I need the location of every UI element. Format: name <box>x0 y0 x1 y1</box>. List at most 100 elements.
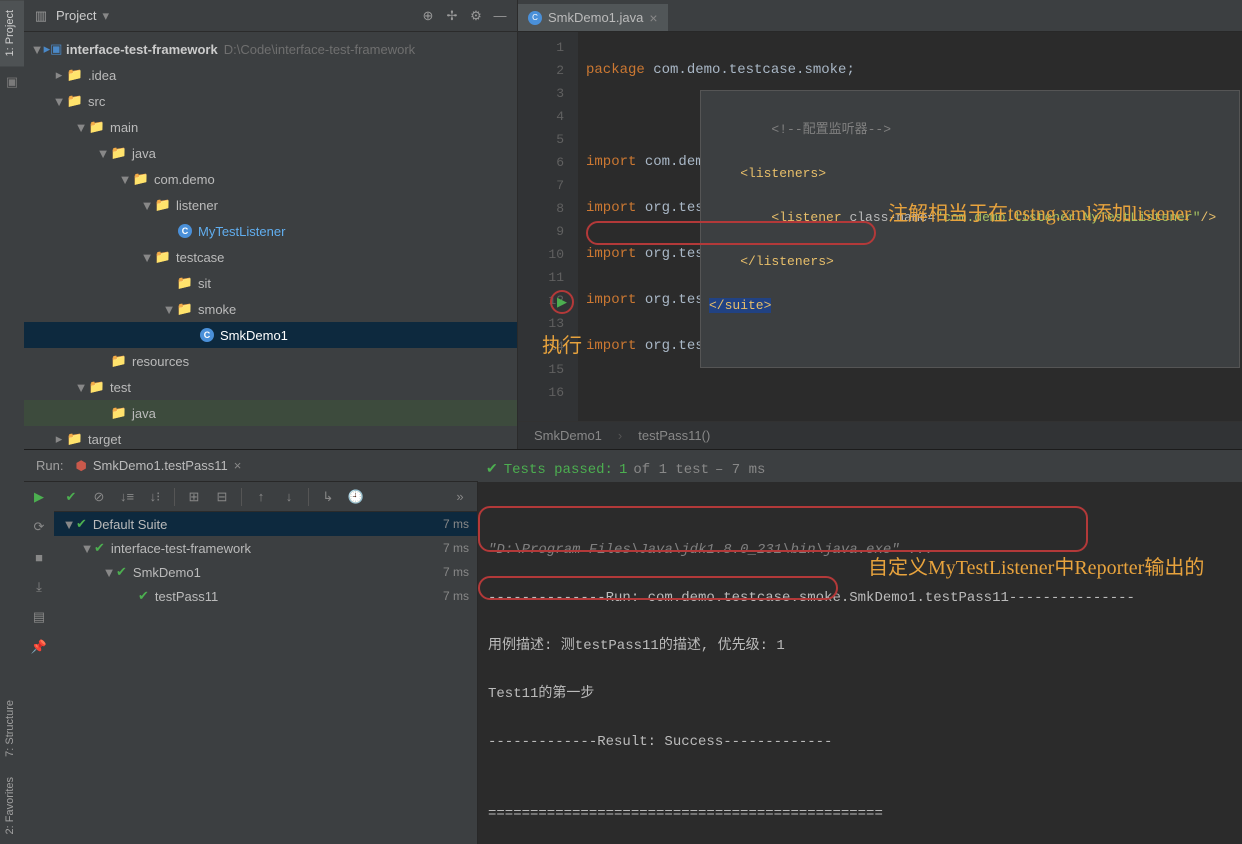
annotation-text-2: 执行 <box>542 332 582 360</box>
breadcrumb-method[interactable]: testPass11() <box>638 428 710 443</box>
test-row-suite[interactable]: ▼✔ Default Suite 7 ms <box>54 512 477 536</box>
editor-tab-smkdemo1[interactable]: C SmkDemo1.java × <box>518 3 668 31</box>
project-view-icon: ▥ <box>32 7 50 25</box>
editor-tabbar: C SmkDemo1.java × <box>518 0 1242 32</box>
project-panel: ▥ Project ▾ ⊕ ✢ ⚙ — ▼▸▣ interface-test-f… <box>24 0 518 449</box>
tree-label: .idea <box>88 68 116 83</box>
tree-row-idea[interactable]: ▸📁 .idea <box>24 62 517 88</box>
toggle-tests-icon[interactable]: ⟳ <box>30 518 48 536</box>
locate-icon[interactable]: ⊕ <box>419 7 437 25</box>
ide-root: 1: Project ▣ 7: Structure 2: Favorites ▥… <box>0 0 1242 844</box>
close-run-tab-icon[interactable]: × <box>234 458 242 473</box>
run-body: ▶ ⟳ ■ ⤓ ▤ 📌 ✔ ⊘ ↓≡ ↓⁝ ⊞ ⊟ <box>24 482 1242 844</box>
top-split: ▥ Project ▾ ⊕ ✢ ⚙ — ▼▸▣ interface-test-f… <box>24 0 1242 450</box>
tree-label: smoke <box>198 302 236 317</box>
run-config-tab[interactable]: ⬢ SmkDemo1.testPass11 × <box>75 458 241 474</box>
run-tab-label: SmkDemo1.testPass11 <box>93 458 228 473</box>
console-line: Test11的第一步 <box>488 682 1232 706</box>
tree-row-target[interactable]: ▸📁 target <box>24 426 517 449</box>
run-gutter-icon[interactable]: ▶ <box>557 294 567 310</box>
project-panel-title[interactable]: Project ▾ <box>56 8 109 24</box>
run-label: Run: <box>36 458 63 473</box>
tree-row-sit[interactable]: 📁 sit <box>24 270 517 296</box>
tree-row-root[interactable]: ▼▸▣ interface-test-framework D:\Code\int… <box>24 36 517 62</box>
tree-row-main[interactable]: ▼📁 main <box>24 114 517 140</box>
console-line: ========================================… <box>488 802 1232 826</box>
collapse-all-icon[interactable]: ⊟ <box>213 488 231 506</box>
history-icon[interactable]: 🕘 <box>347 488 365 506</box>
minimize-icon[interactable]: — <box>491 7 509 25</box>
annotation-result-box <box>478 576 838 600</box>
tree-label: main <box>110 120 138 135</box>
tab-label: SmkDemo1.java <box>548 10 643 25</box>
settings-gear-icon[interactable]: ⚙ <box>467 7 485 25</box>
project-icon: ▣ <box>0 70 24 94</box>
favorites-tool-tab[interactable]: 2: Favorites <box>0 767 24 844</box>
tree-row-comdemo[interactable]: ▼📁 com.demo <box>24 166 517 192</box>
status-count: 1 <box>619 458 627 482</box>
tree-label: target <box>88 432 121 447</box>
breadcrumb-class[interactable]: SmkDemo1 <box>534 428 602 443</box>
annotation-text-1: 注解相当于在testng.xml添加listener <box>888 200 1208 228</box>
console-line: 用例描述: 测testPass11的描述, 优先级: 1 <box>488 634 1232 658</box>
run-test-tree[interactable]: ▼✔ Default Suite 7 ms ▼✔ interface-test-… <box>54 512 477 844</box>
run-left-toolbar: ▶ ⟳ ■ ⤓ ▤ 📌 <box>24 482 54 844</box>
tree-row-java[interactable]: ▼📁 java <box>24 140 517 166</box>
tree-label: resources <box>132 354 189 369</box>
tree-row-mytestlistener[interactable]: C MyTestListener <box>24 218 517 244</box>
run-panel: Run: ⬢ SmkDemo1.testPass11 × ▶ ⟳ ■ ⤓ ▤ 📌 <box>24 450 1242 844</box>
structure-tool-tab[interactable]: 7: Structure <box>0 690 24 767</box>
annotation-run-line-box <box>478 506 1088 552</box>
expand-icon[interactable]: ✢ <box>443 7 461 25</box>
tree-row-resources[interactable]: 📁 resources <box>24 348 517 374</box>
tree-label: test <box>110 380 131 395</box>
next-icon[interactable]: ↓ <box>280 488 298 506</box>
project-tree[interactable]: ▼▸▣ interface-test-framework D:\Code\int… <box>24 32 517 449</box>
sort-icon-2[interactable]: ↓⁝ <box>146 488 164 506</box>
prev-icon[interactable]: ↑ <box>252 488 270 506</box>
pin-icon[interactable]: 📌 <box>30 638 48 656</box>
tree-row-smoke[interactable]: ▼📁 smoke <box>24 296 517 322</box>
test-row-framework[interactable]: ▼✔ interface-test-framework 7 ms <box>54 536 477 560</box>
tree-row-smkdemo1[interactable]: C SmkDemo1 <box>24 322 517 348</box>
project-title-text: Project <box>56 8 96 23</box>
status-of: of 1 test <box>633 458 709 482</box>
tree-row-test[interactable]: ▼📁 test <box>24 374 517 400</box>
test-row-class[interactable]: ▼✔ SmkDemo1 7 ms <box>54 560 477 584</box>
layout-icon[interactable]: ▤ <box>30 608 48 626</box>
run-tree-toolbar: ✔ ⊘ ↓≡ ↓⁝ ⊞ ⊟ ↑ ↓ ↳ 🕘 » <box>54 482 477 512</box>
test-row-method[interactable]: ✔ testPass11 7 ms <box>54 584 477 608</box>
tree-row-testcase[interactable]: ▼📁 testcase <box>24 244 517 270</box>
tree-row-test-java[interactable]: 📁 java <box>24 400 517 426</box>
tree-label: SmkDemo1 <box>220 328 288 343</box>
tree-path: D:\Code\interface-test-framework <box>224 42 415 57</box>
project-panel-header: ▥ Project ▾ ⊕ ✢ ⚙ — <box>24 0 517 32</box>
java-class-icon: C <box>528 11 542 25</box>
show-ignored-icon[interactable]: ⊘ <box>90 488 108 506</box>
console-line: -------------Result: Success------------… <box>488 730 1232 754</box>
run-console[interactable]: ✔ Tests passed: 1 of 1 test – 7 ms "D:\P… <box>478 482 1242 844</box>
annotation-listeners-box <box>586 221 876 245</box>
tree-row-listener[interactable]: ▼📁 listener <box>24 192 517 218</box>
tree-label: java <box>132 146 156 161</box>
editor-body[interactable]: 1 2 3 4 5 6 7 8 9 10 11 12 13 14 <box>518 32 1242 421</box>
tree-label: testcase <box>176 250 224 265</box>
tree-label: sit <box>198 276 211 291</box>
rerun-button[interactable]: ▶ <box>30 488 48 506</box>
tree-row-src[interactable]: ▼📁 src <box>24 88 517 114</box>
breadcrumb-bar: SmkDemo1 › testPass11() <box>518 421 1242 449</box>
export-icon[interactable]: ↳ <box>319 488 337 506</box>
tree-label: listener <box>176 198 218 213</box>
dump-icon[interactable]: ⤓ <box>30 578 48 596</box>
tree-label: java <box>132 406 156 421</box>
editor-gutter: 1 2 3 4 5 6 7 8 9 10 11 12 13 14 <box>518 32 578 421</box>
settings-icon[interactable]: » <box>451 488 469 506</box>
sort-icon[interactable]: ↓≡ <box>118 488 136 506</box>
tree-label: interface-test-framework <box>66 42 218 57</box>
expand-all-icon[interactable]: ⊞ <box>185 488 203 506</box>
close-tab-icon[interactable]: × <box>649 10 657 26</box>
editor-area: C SmkDemo1.java × 1 2 3 4 5 6 7 8 <box>518 0 1242 449</box>
show-passed-icon[interactable]: ✔ <box>62 488 80 506</box>
stop-button[interactable]: ■ <box>30 548 48 566</box>
project-tool-tab[interactable]: 1: Project <box>0 0 24 66</box>
